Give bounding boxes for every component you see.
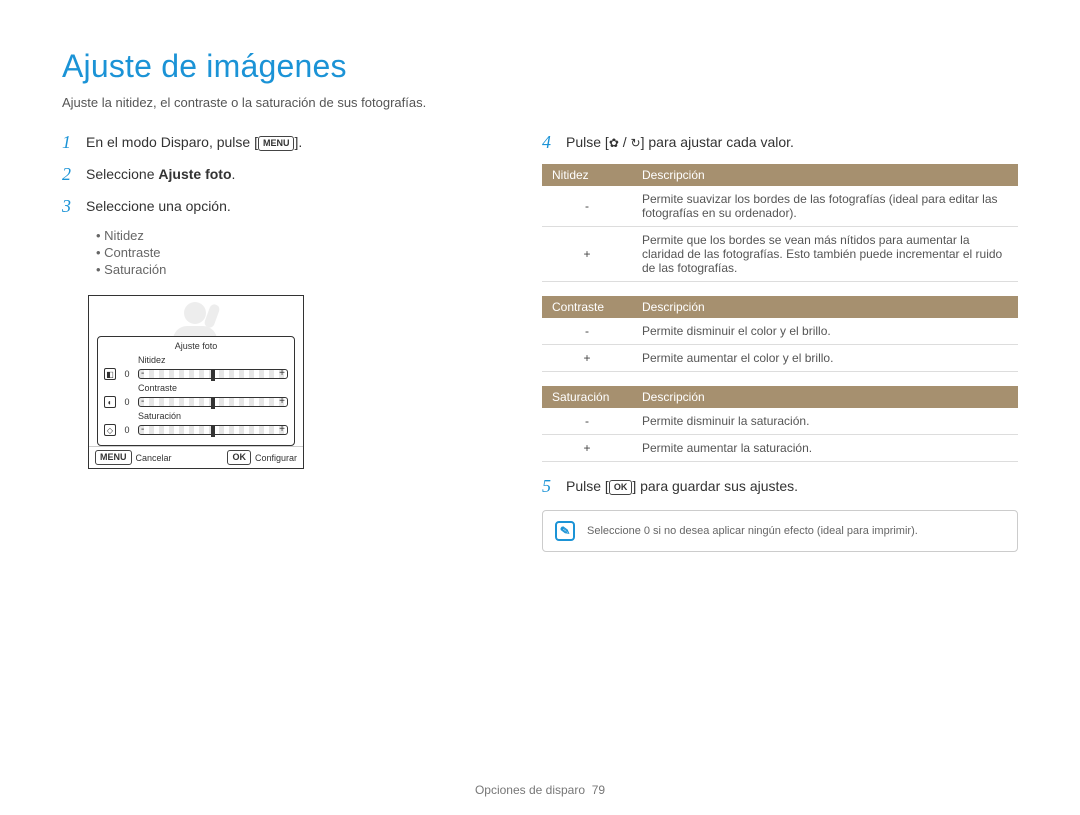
row-value: 0 — [122, 425, 132, 435]
ok-icon: OK — [227, 450, 251, 465]
note-icon: ✎ — [555, 521, 575, 541]
note-text: Seleccione 0 si no desea aplicar ningún … — [587, 525, 918, 537]
slider-saturacion — [138, 425, 288, 435]
row-label-contraste: Contraste — [138, 383, 198, 393]
step-number-3: 3 — [62, 196, 76, 216]
note-box: ✎ Seleccione 0 si no desea aplicar ningú… — [542, 510, 1018, 552]
th-desc: Descripción — [632, 296, 1018, 318]
panel-title: Ajuste foto — [104, 341, 288, 351]
sharpness-icon: ◧ — [104, 368, 116, 380]
table-row: +Permite aumentar la saturación. — [542, 435, 1018, 462]
th-desc: Descripción — [632, 164, 1018, 186]
bullet-contraste: Contraste — [96, 245, 502, 260]
step-1-text: En el modo Disparo, pulse [MENU]. — [86, 132, 302, 151]
ok-icon: OK — [609, 480, 633, 495]
row-value: 0 — [122, 369, 132, 379]
table-contraste: ContrasteDescripción -Permite disminuir … — [542, 296, 1018, 372]
menu-icon: MENU — [95, 450, 132, 465]
slider-nitidez — [138, 369, 288, 379]
step-2-text: Seleccione Ajuste foto. — [86, 164, 235, 182]
table-row: +Permite que los bordes se vean más níti… — [542, 227, 1018, 282]
table-saturacion: SaturaciónDescripción -Permite disminuir… — [542, 386, 1018, 462]
table-row: -Permite disminuir el color y el brillo. — [542, 318, 1018, 345]
step-number-2: 2 — [62, 164, 76, 184]
menu-icon: MENU — [258, 136, 295, 151]
contrast-icon: ◐ — [104, 396, 116, 408]
table-row: -Permite suavizar los bordes de las foto… — [542, 186, 1018, 227]
slider-contraste — [138, 397, 288, 407]
step-number-5: 5 — [542, 476, 556, 496]
row-saturacion: ◇ 0 — [104, 424, 288, 436]
step-number-1: 1 — [62, 132, 76, 152]
th-contraste: Contraste — [542, 296, 632, 318]
step-number-4: 4 — [542, 132, 556, 152]
left-column: 1 En el modo Disparo, pulse [MENU]. 2 Se… — [62, 132, 502, 552]
table-nitidez: NitidezDescripción -Permite suavizar los… — [542, 164, 1018, 282]
th-saturacion: Saturación — [542, 386, 632, 408]
th-desc: Descripción — [632, 386, 1018, 408]
right-column: 4 Pulse [✿ / ↻] para ajustar cada valor.… — [542, 132, 1018, 552]
th-nitidez: Nitidez — [542, 164, 632, 186]
page-footer: Opciones de disparo 79 — [0, 783, 1080, 797]
row-label-nitidez: Nitidez — [138, 355, 198, 365]
saturation-icon: ◇ — [104, 424, 116, 436]
table-row: -Permite disminuir la saturación. — [542, 408, 1018, 435]
row-nitidez: ◧ 0 — [104, 368, 288, 380]
screen-footer: MENUCancelar OKConfigurar — [89, 446, 303, 468]
step-4-text: Pulse [✿ / ↻] para ajustar cada valor. — [566, 132, 794, 150]
table-row: +Permite aumentar el color y el brillo. — [542, 345, 1018, 372]
step-3-text: Seleccione una opción. — [86, 196, 231, 214]
adjust-panel: Ajuste foto Nitidez ◧ 0 Contraste ◐ 0 — [97, 336, 295, 446]
page-title: Ajuste de imágenes — [62, 48, 1018, 85]
row-label-saturacion: Saturación — [138, 411, 198, 421]
bullet-saturacion: Saturación — [96, 262, 502, 277]
bullet-nitidez: Nitidez — [96, 228, 502, 243]
option-bullets: Nitidez Contraste Saturación — [96, 228, 502, 277]
camera-screen-mockup: Ajuste foto Nitidez ◧ 0 Contraste ◐ 0 — [88, 295, 304, 469]
page-subtitle: Ajuste la nitidez, el contraste o la sat… — [62, 95, 1018, 110]
step-5-text: Pulse [OK] para guardar sus ajustes. — [566, 476, 798, 495]
timer-icon: ↻ — [631, 136, 641, 150]
row-value: 0 — [122, 397, 132, 407]
row-contraste: ◐ 0 — [104, 396, 288, 408]
flower-icon: ✿ — [609, 136, 619, 150]
